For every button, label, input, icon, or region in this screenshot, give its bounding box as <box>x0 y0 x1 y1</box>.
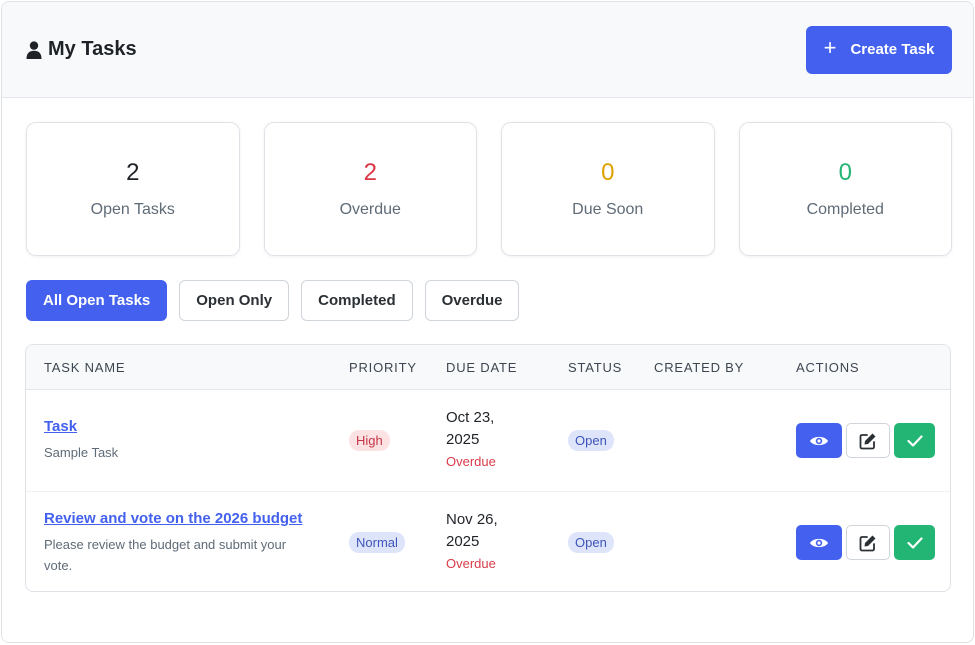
overdue-label: Overdue <box>446 454 496 469</box>
task-cell: Review and vote on the 2026 budget Pleas… <box>44 510 314 576</box>
table-row: Task Sample Task High Oct 23, 2025 Overd… <box>26 390 950 491</box>
filter-overdue[interactable]: Overdue <box>424 280 520 321</box>
check-icon <box>906 536 923 549</box>
status-badge: Open <box>568 430 614 451</box>
stat-label: Due Soon <box>572 201 644 218</box>
due-date-cell: Oct 23, 2025 Overdue <box>446 407 526 469</box>
check-icon <box>906 434 923 447</box>
stat-label: Overdue <box>339 201 401 218</box>
overdue-label: Overdue <box>446 556 496 571</box>
status-cell: Open <box>568 430 614 451</box>
filter-open-only[interactable]: Open Only <box>179 280 290 321</box>
status-badge: Open <box>568 532 614 553</box>
plus-icon: + <box>823 34 837 60</box>
column-header-actions: ACTIONS <box>796 360 860 375</box>
stat-due-soon: 0 Due Soon <box>501 122 715 256</box>
due-date: Nov 26, 2025 <box>446 511 498 550</box>
column-header-task-name: TASK NAME <box>44 360 126 375</box>
filter-completed[interactable]: Completed <box>301 280 413 321</box>
page-title-text: My Tasks <box>48 38 137 60</box>
complete-task-button[interactable] <box>894 525 935 560</box>
stat-value: 2 <box>126 159 140 186</box>
due-date-cell: Nov 26, 2025 Overdue <box>446 509 526 571</box>
edit-task-button[interactable] <box>846 525 890 560</box>
priority-cell: Normal <box>349 532 405 553</box>
create-task-label: Create Task <box>850 41 935 58</box>
priority-badge: High <box>349 430 390 451</box>
table-row: Review and vote on the 2026 budget Pleas… <box>26 491 950 591</box>
stat-value: 0 <box>838 159 852 186</box>
stats-row: 2 Open Tasks 2 Overdue 0 Due Soon 0 Comp… <box>2 98 973 256</box>
page-title: My Tasks <box>26 38 137 61</box>
complete-task-button[interactable] <box>894 423 935 458</box>
stat-open-tasks: 2 Open Tasks <box>26 122 240 256</box>
view-task-button[interactable] <box>796 525 842 560</box>
create-task-button[interactable]: + Create Task <box>806 25 952 74</box>
task-description: Sample Task <box>44 445 119 460</box>
panel-header: My Tasks + Create Task <box>2 2 973 98</box>
task-cell: Task Sample Task <box>44 418 314 463</box>
row-actions <box>796 525 935 560</box>
view-task-button[interactable] <box>796 423 842 458</box>
edit-icon <box>859 535 876 551</box>
stat-value: 0 <box>601 159 615 186</box>
column-header-status: STATUS <box>568 360 623 375</box>
stat-overdue: 2 Overdue <box>263 122 477 256</box>
row-actions <box>796 423 935 458</box>
edit-task-button[interactable] <box>846 423 890 458</box>
filter-tabs: All Open Tasks Open Only Completed Overd… <box>2 256 973 321</box>
eye-icon <box>810 538 828 547</box>
task-description: Please review the budget and submit your… <box>44 537 287 573</box>
priority-badge: Normal <box>349 532 405 553</box>
status-cell: Open <box>568 532 614 553</box>
tasks-table: TASK NAME PRIORITY DUE DATE STATUS CREAT… <box>25 344 951 592</box>
due-date: Oct 23, 2025 <box>446 409 495 448</box>
priority-cell: High <box>349 430 390 451</box>
user-icon <box>26 40 42 59</box>
filter-all-open[interactable]: All Open Tasks <box>26 280 168 321</box>
column-header-priority: PRIORITY <box>349 360 417 375</box>
table-header: TASK NAME PRIORITY DUE DATE STATUS CREAT… <box>26 345 950 390</box>
stat-label: Completed <box>806 201 884 218</box>
stat-label: Open Tasks <box>90 201 175 218</box>
stat-value: 2 <box>363 159 377 186</box>
stat-completed: 0 Completed <box>738 122 952 256</box>
eye-icon <box>810 436 828 445</box>
column-header-created-by: CREATED BY <box>654 360 745 375</box>
column-header-due-date: DUE DATE <box>446 360 518 375</box>
task-name-link[interactable]: Review and vote on the 2026 budget <box>44 510 302 527</box>
task-name-link[interactable]: Task <box>44 418 77 435</box>
edit-icon <box>859 433 876 449</box>
